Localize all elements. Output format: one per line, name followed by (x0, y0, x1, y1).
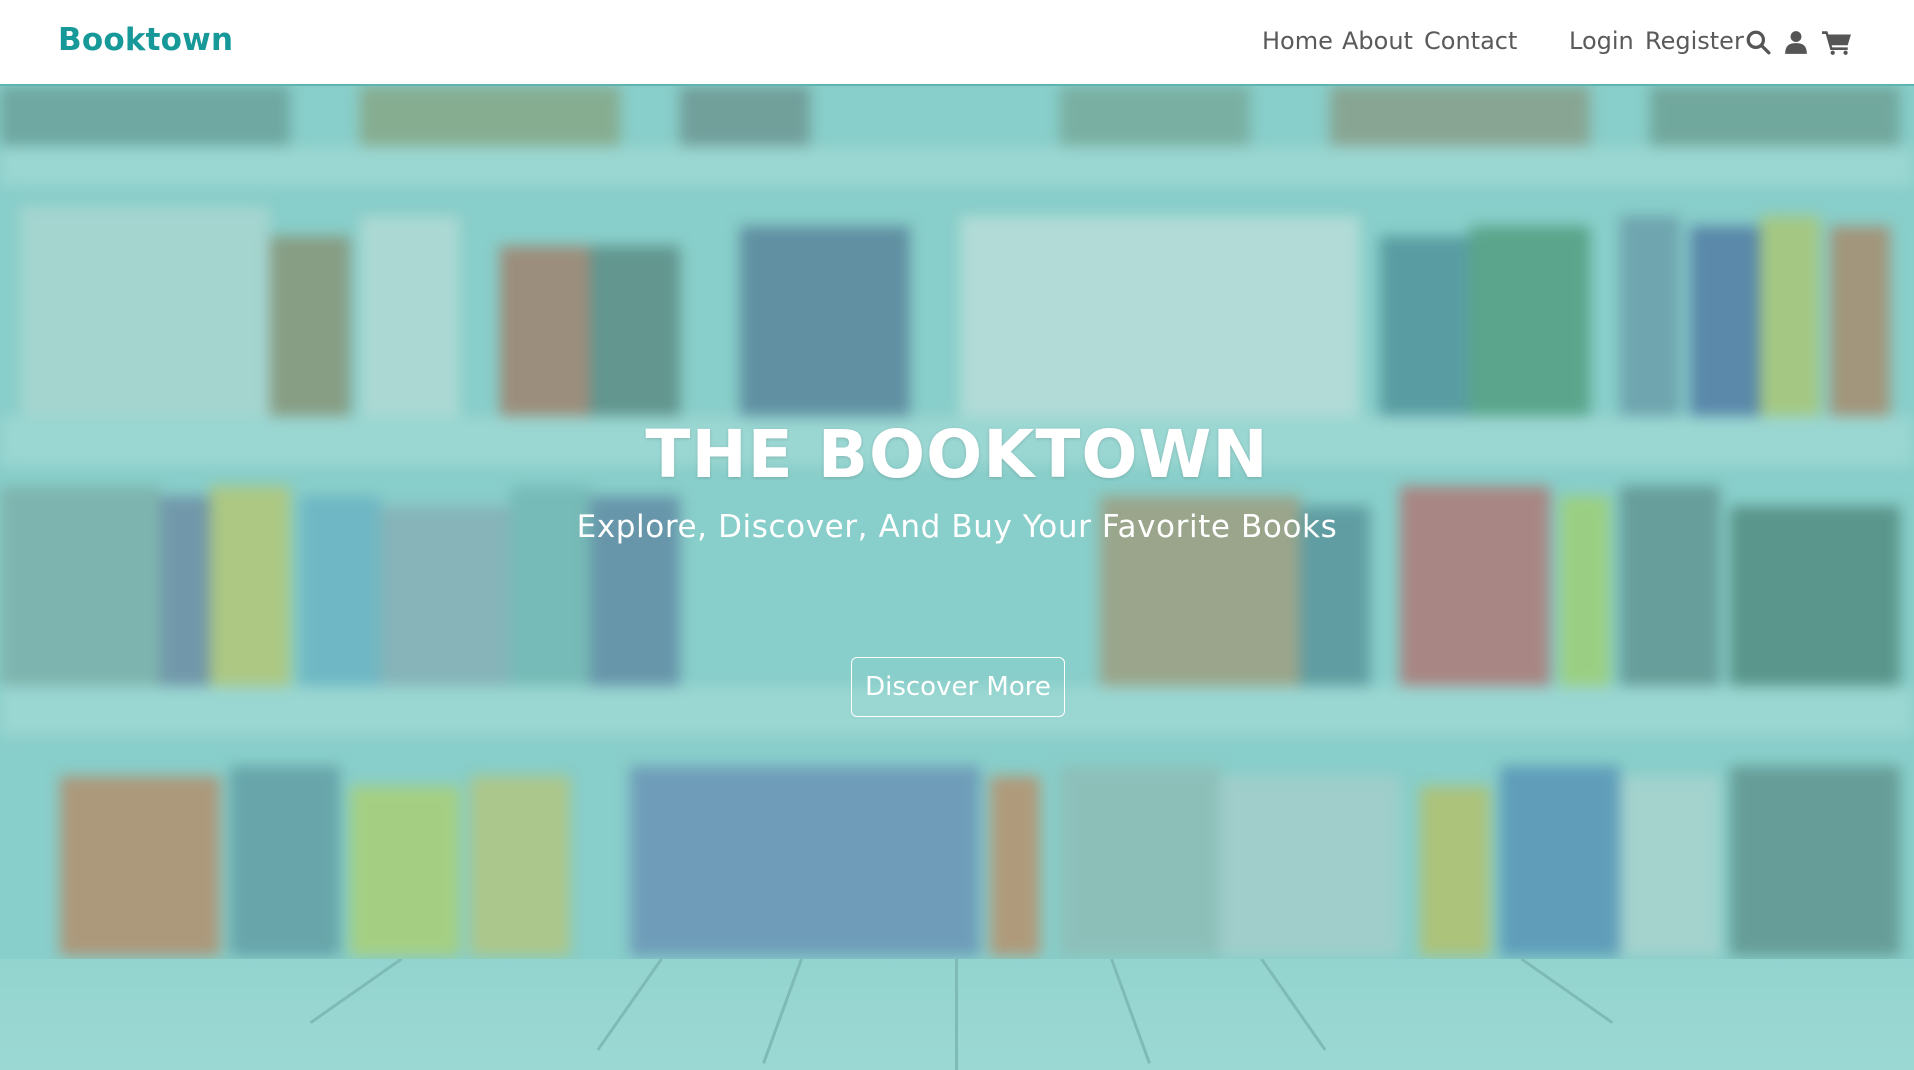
hero-color-overlay (0, 86, 1914, 1070)
brand-logo-link[interactable]: Booktown (58, 22, 233, 58)
hero-title: THE BOOKTOWN (645, 416, 1269, 493)
search-icon[interactable] (1745, 29, 1771, 55)
top-navbar: Booktown Home About Contact Login Regist… (0, 0, 1914, 86)
nav-link-about[interactable]: About (1342, 27, 1413, 55)
user-icon[interactable] (1783, 29, 1809, 55)
nav-link-home[interactable]: Home (1262, 27, 1333, 55)
nav-link-register[interactable]: Register (1645, 27, 1744, 55)
hero-section: THE BOOKTOWN Explore, Discover, And Buy … (0, 86, 1914, 1070)
nav-link-contact[interactable]: Contact (1424, 27, 1517, 55)
cart-icon[interactable] (1822, 29, 1852, 55)
discover-more-button[interactable]: Discover More (851, 657, 1065, 717)
hero-subtitle: Explore, Discover, And Buy Your Favorite… (576, 509, 1338, 545)
nav-link-login[interactable]: Login (1569, 27, 1634, 55)
